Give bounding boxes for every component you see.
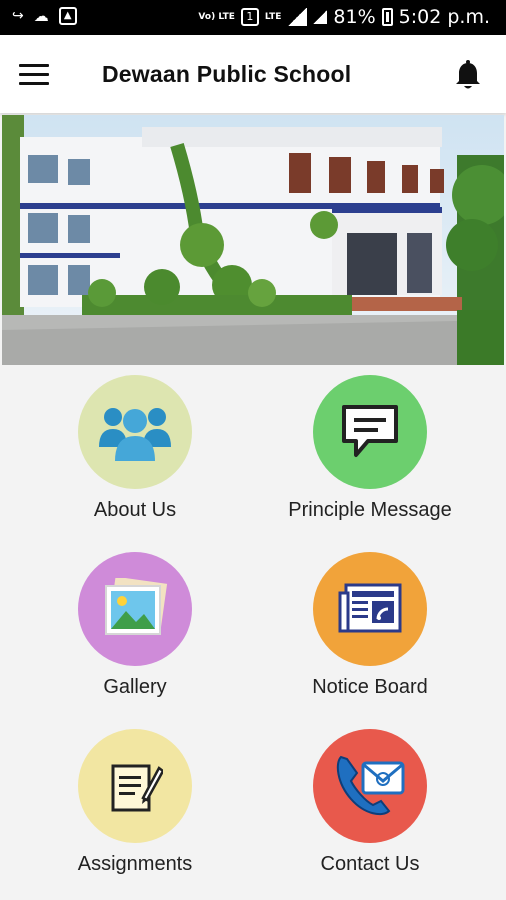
lte-indicator: LTE — [264, 11, 282, 22]
picture-gallery-icon — [78, 552, 192, 666]
principle-message-label: Principle Message — [288, 499, 452, 521]
page-title: Dewaan Public School — [102, 61, 352, 87]
app-bar: Dewaan Public School — [0, 35, 506, 113]
cloud-icon: ☁ — [33, 7, 49, 25]
notepad-pen-icon — [78, 729, 192, 843]
volte-indicator: Vo) LTE — [198, 11, 235, 22]
school-building-photo — [2, 115, 504, 365]
notice-board-label: Notice Board — [312, 676, 428, 698]
about-us-label: About Us — [93, 499, 177, 521]
signal-icon-2 — [313, 10, 328, 24]
notice-board-tile[interactable]: Notice Board — [270, 552, 470, 722]
sim-indicator: 1 — [240, 8, 259, 26]
assignments-tile[interactable]: Assignments — [35, 729, 235, 899]
gallery-tile[interactable]: Gallery — [35, 552, 235, 722]
people-group-icon — [78, 375, 192, 489]
hamburger-menu-icon[interactable] — [19, 64, 49, 86]
clock: 5:02 p.m. — [398, 6, 490, 28]
phone-mail-icon — [313, 729, 427, 843]
contact-us-label: Contact Us — [320, 853, 420, 875]
assignments-label: Assignments — [77, 853, 193, 875]
battery-percent: 81% — [333, 6, 376, 28]
call-forward-icon: ↪ — [12, 8, 24, 24]
contact-us-tile[interactable]: Contact Us — [270, 729, 470, 899]
newspaper-icon — [313, 552, 427, 666]
status-bar: ↪ ☁ ▲ Vo) LTE 1 LTE 81% 5:02 p.m. — [0, 0, 506, 35]
signal-icon — [287, 8, 308, 26]
bell-icon[interactable] — [453, 60, 483, 92]
chat-message-icon — [313, 375, 427, 489]
image-icon: ▲ — [58, 7, 77, 25]
about-us-tile[interactable]: About Us — [35, 375, 235, 545]
battery-icon — [381, 8, 393, 26]
gallery-label: Gallery — [103, 676, 167, 698]
principle-message-tile[interactable]: Principle Message — [270, 375, 470, 545]
